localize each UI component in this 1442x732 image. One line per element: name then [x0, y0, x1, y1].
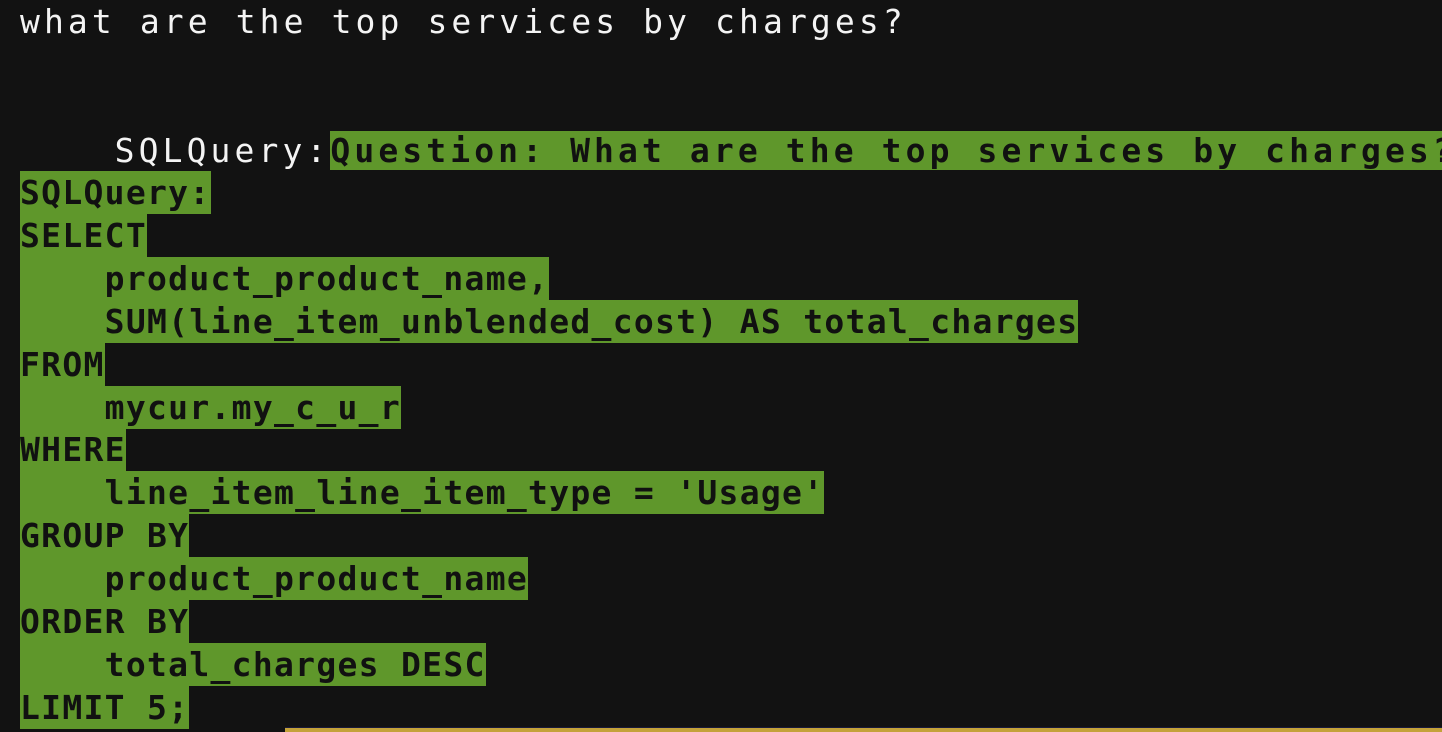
- sql-line-text[interactable]: WHERE: [20, 428, 126, 472]
- sql-line: SQLQuery:: [20, 171, 211, 214]
- sql-line: line_item_line_item_type = 'Usage': [20, 471, 825, 515]
- sql-line-text[interactable]: LIMIT 5;: [20, 685, 190, 729]
- sql-line-text[interactable]: SELECT: [20, 213, 148, 257]
- sql-line: LIMIT 5;: [20, 685, 190, 729]
- terminal-window[interactable]: what are the top services by charges? SQ…: [0, 0, 1442, 732]
- sql-line-text[interactable]: SQLQuery:: [20, 171, 211, 214]
- status-bar: [285, 727, 1442, 732]
- sql-line-text[interactable]: total_charges DESC: [20, 642, 486, 686]
- sql-line: SUM(line_item_unblended_cost) AS total_c…: [20, 299, 1079, 343]
- sql-line: product_product_name,: [20, 256, 550, 300]
- sql-line: WHERE: [20, 428, 126, 472]
- sql-line-text[interactable]: SUM(line_item_unblended_cost) AS total_c…: [20, 299, 1079, 343]
- sqlquery-label: SQLQuery:: [114, 131, 331, 170]
- sql-line-text[interactable]: product_product_name: [20, 557, 529, 601]
- sql-line: ORDER BY: [20, 600, 190, 643]
- sql-line: SELECT: [20, 213, 148, 257]
- sql-line-text[interactable]: product_product_name,: [20, 256, 550, 300]
- sql-line: FROM: [20, 342, 105, 386]
- sql-line: product_product_name: [20, 557, 529, 601]
- sql-line: mycur.my_c_u_r: [20, 385, 402, 429]
- user-prompt-line: what are the top services by charges?: [20, 2, 907, 41]
- sql-line-text[interactable]: FROM: [20, 342, 105, 386]
- sql-line-text[interactable]: ORDER BY: [20, 600, 190, 643]
- answer-line: SQLQuery:Question: What are the top serv…: [20, 86, 1442, 170]
- sql-line: total_charges DESC: [20, 642, 486, 686]
- sql-line-text[interactable]: mycur.my_c_u_r: [20, 385, 402, 429]
- sql-line-text[interactable]: GROUP BY: [20, 514, 190, 558]
- highlighted-question[interactable]: Question: What are the top services by c…: [330, 131, 1442, 170]
- sql-line: GROUP BY: [20, 514, 190, 558]
- sql-line-text[interactable]: line_item_line_item_type = 'Usage': [20, 471, 825, 515]
